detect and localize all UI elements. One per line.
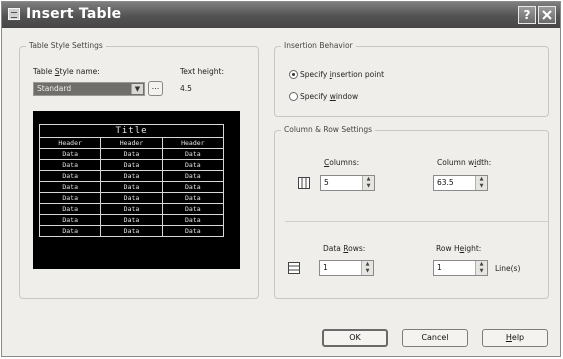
cancel-button[interactable]: Cancel <box>402 329 468 347</box>
preview-data-cell: Data <box>161 181 225 193</box>
help-titlebar-button[interactable]: ? <box>518 6 536 24</box>
preview-header-cell: Header <box>161 137 225 149</box>
preview-data-cell: Data <box>161 214 225 226</box>
preview-data-cell: Data <box>161 192 225 204</box>
preview-data-cell: Data <box>38 181 102 193</box>
insertion-behavior-legend: Insertion Behavior <box>281 41 356 50</box>
insert-table-dialog: Insert Table ? Table Style Settings Tabl… <box>1 1 561 357</box>
specify-window-label[interactable]: Specify window <box>300 92 358 101</box>
ok-button[interactable]: OK <box>322 329 388 347</box>
preview-data-cell: Data <box>100 159 163 171</box>
specify-insertion-point-radio[interactable] <box>289 70 298 79</box>
chevron-down-icon[interactable]: ▼ <box>476 183 487 190</box>
data-rows-label: Data Rows: <box>323 244 366 253</box>
chevron-up-icon[interactable]: ▲ <box>476 176 487 183</box>
preview-data-cell: Data <box>38 170 102 182</box>
columns-spin[interactable]: ▲ ▼ <box>362 176 374 190</box>
table-style-settings-legend: Table Style Settings <box>26 41 106 50</box>
preview-data-cell: Data <box>100 203 163 215</box>
specify-window-radio[interactable] <box>289 92 298 101</box>
preview-data-cell: Data <box>161 170 225 182</box>
preview-data-cell: Data <box>100 192 163 204</box>
preview-data-cell: Data <box>38 148 102 160</box>
specify-insertion-point-label[interactable]: Specify insertion point <box>300 70 384 79</box>
preview-data-cell: Data <box>100 225 163 237</box>
column-row-settings-group: Column & Row Settings <box>274 125 549 299</box>
preview-data-cell: Data <box>38 159 102 171</box>
help-button[interactable]: Help <box>482 329 548 347</box>
chevron-up-icon[interactable]: ▲ <box>362 261 373 268</box>
preview-data-cell: Data <box>100 170 163 182</box>
table-style-value: Standard <box>37 84 72 93</box>
row-height-label: Row Height: <box>436 244 482 253</box>
preview-data-cell: Data <box>38 214 102 226</box>
browse-table-style-button[interactable]: ... <box>148 81 163 96</box>
table-style-preview: Title Header Header Header Data Data Data … <box>33 111 240 269</box>
preview-title: Title <box>39 124 224 138</box>
preview-data-cell: Data <box>161 159 225 171</box>
columns-label: Columns: <box>324 158 360 167</box>
preview-data-cell: Data <box>38 225 102 237</box>
chevron-down-icon[interactable]: ▼ <box>476 268 487 275</box>
preview-data-cell: Data <box>38 192 102 204</box>
text-height-value: 4.5 <box>180 84 192 93</box>
column-row-settings-legend: Column & Row Settings <box>281 125 376 134</box>
chevron-up-icon[interactable]: ▲ <box>363 176 374 183</box>
preview-data-cell: Data <box>161 225 225 237</box>
preview-header-cell: Header <box>38 137 102 149</box>
data-rows-stepper[interactable]: 1 ▲ ▼ <box>319 260 374 276</box>
preview-data-cell: Data <box>161 148 225 160</box>
chevron-down-icon[interactable]: ▼ <box>362 268 373 275</box>
text-height-label: Text height: <box>180 67 224 76</box>
preview-data-cell: Data <box>100 148 163 160</box>
chevron-up-icon[interactable]: ▲ <box>476 261 487 268</box>
preview-data-cell: Data <box>38 203 102 215</box>
columns-icon <box>298 177 310 189</box>
row-height-unit: Line(s) <box>495 264 521 273</box>
preview-table: Title Header Header Header Data Data Data … <box>38 124 225 237</box>
row-height-spin[interactable]: ▲ ▼ <box>475 261 487 275</box>
columns-value: 5 <box>324 178 329 187</box>
column-width-stepper[interactable]: 63.5 ▲ ▼ <box>433 175 488 191</box>
table-style-name-label: Table Style name: <box>33 67 100 76</box>
table-app-icon <box>8 8 20 20</box>
rows-icon <box>288 262 300 274</box>
title-bar[interactable]: Insert Table ? <box>2 2 560 28</box>
column-width-spin[interactable]: ▲ ▼ <box>475 176 487 190</box>
preview-data-cell: Data <box>161 203 225 215</box>
data-rows-value: 1 <box>323 263 328 272</box>
preview-header-cell: Header <box>100 137 163 149</box>
section-divider <box>285 221 548 222</box>
close-icon <box>542 10 552 20</box>
column-width-value: 63.5 <box>437 178 454 187</box>
chevron-down-icon[interactable]: ▼ <box>363 183 374 190</box>
table-style-select[interactable]: Standard ▼ <box>33 82 145 96</box>
chevron-down-icon[interactable]: ▼ <box>131 84 143 94</box>
data-rows-spin[interactable]: ▲ ▼ <box>361 261 373 275</box>
insertion-behavior-group: Insertion Behavior <box>274 41 549 117</box>
preview-data-cell: Data <box>100 181 163 193</box>
close-button[interactable] <box>538 6 556 24</box>
columns-stepper[interactable]: 5 ▲ ▼ <box>320 175 375 191</box>
preview-data-cell: Data <box>100 214 163 226</box>
row-height-value: 1 <box>437 263 442 272</box>
column-width-label: Column width: <box>437 158 492 167</box>
row-height-stepper[interactable]: 1 ▲ ▼ <box>433 260 488 276</box>
window-title: Insert Table <box>26 6 122 22</box>
